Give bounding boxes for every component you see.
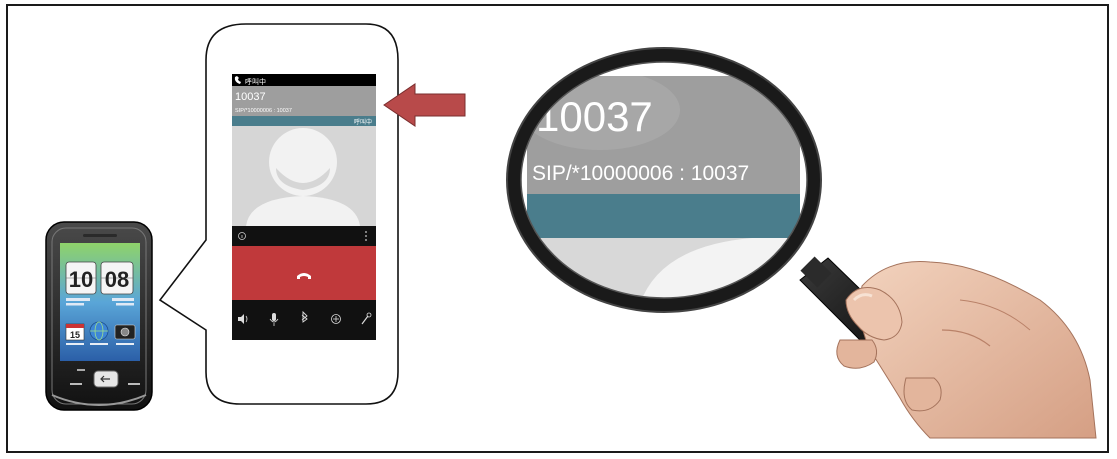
diagram-svg: 10 08 15 呼叫中 10037 SIP/*10000006: 10037… bbox=[45, 23, 1097, 439]
sip-line: SIP/*10000006 : 10037 bbox=[235, 108, 292, 114]
clock-hours: 10 bbox=[69, 267, 93, 292]
more-options-icon bbox=[365, 231, 367, 241]
magnified-sip-line: SIP/*10000006 : 10037 bbox=[532, 162, 749, 185]
call-screen: 呼叫中 10037 SIP/*10000006 : 10037 呼叫中 bbox=[232, 74, 376, 340]
calendar-icon: 15 bbox=[65, 323, 85, 341]
calling-badge: 呼叫中 bbox=[354, 118, 372, 126]
calendar-day: 15 bbox=[70, 330, 80, 340]
diagram-canvas: 10 08 15 呼叫中 10037 SIP/*10000006: 10037… bbox=[0, 0, 1117, 459]
smartphone-device: 10 08 15 bbox=[45, 221, 153, 411]
hand bbox=[836, 261, 1097, 439]
camera-icon bbox=[114, 324, 136, 340]
caller-number: 10037 bbox=[235, 91, 266, 103]
globe-icon bbox=[89, 321, 109, 341]
clock-minutes: 08 bbox=[105, 267, 129, 292]
magnifying-glass: 10037 SIP/*10000006 : 10037 bbox=[506, 47, 903, 356]
status-bar-label: 呼叫中 bbox=[245, 77, 266, 86]
